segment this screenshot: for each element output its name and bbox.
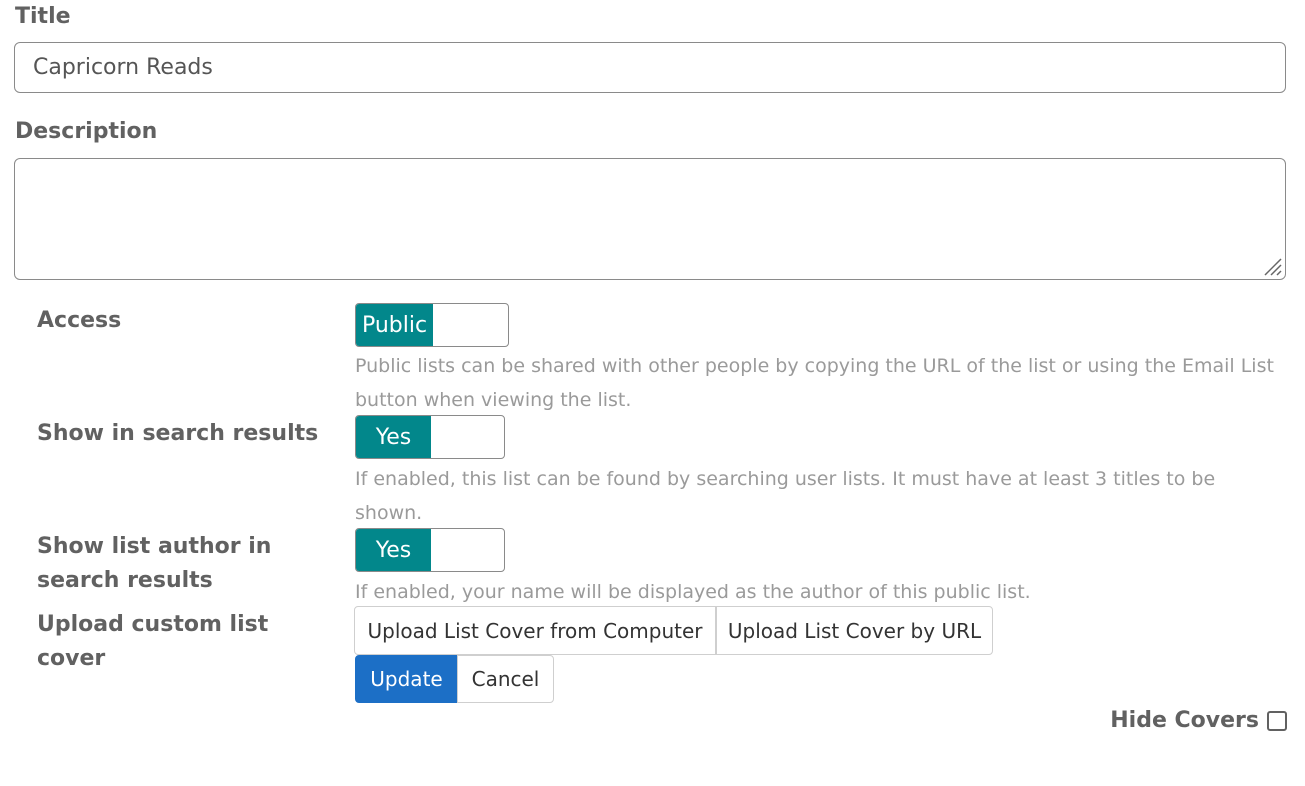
access-label: Access: [37, 308, 122, 333]
show-in-search-help-text: If enabled, this list can be found by se…: [355, 468, 1216, 524]
show-author-toggle-label: Yes: [356, 529, 431, 571]
title-label: Title: [15, 4, 71, 29]
resize-grip-icon[interactable]: [1262, 256, 1282, 276]
hide-covers-checkbox[interactable]: [1267, 710, 1287, 731]
update-button[interactable]: Update: [355, 655, 458, 703]
show-author-help-text: If enabled, your name will be displayed …: [355, 581, 1031, 603]
show-author-toggle[interactable]: Yes: [355, 528, 505, 572]
show-in-search-label: Show in search results: [37, 421, 319, 446]
description-textarea[interactable]: [14, 158, 1286, 280]
upload-from-computer-button[interactable]: Upload List Cover from Computer: [354, 606, 716, 655]
title-input[interactable]: [14, 42, 1286, 93]
upload-cover-label: Upload custom list cover: [37, 612, 269, 671]
edit-list-form: Title Description Access Public Public l…: [0, 0, 1305, 786]
upload-by-url-button[interactable]: Upload List Cover by URL: [716, 606, 993, 655]
description-label: Description: [15, 119, 158, 144]
cancel-button[interactable]: Cancel: [457, 655, 554, 703]
show-author-label: Show list author in search results: [37, 534, 272, 593]
show-in-search-toggle[interactable]: Yes: [355, 415, 505, 459]
access-toggle-label: Public: [356, 304, 433, 346]
hide-covers-control[interactable]: Hide Covers: [1110, 708, 1287, 733]
show-in-search-toggle-label: Yes: [356, 416, 431, 458]
access-help-text: Public lists can be shared with other pe…: [355, 355, 1274, 411]
hide-covers-label: Hide Covers: [1110, 708, 1259, 733]
access-toggle[interactable]: Public: [355, 303, 509, 347]
